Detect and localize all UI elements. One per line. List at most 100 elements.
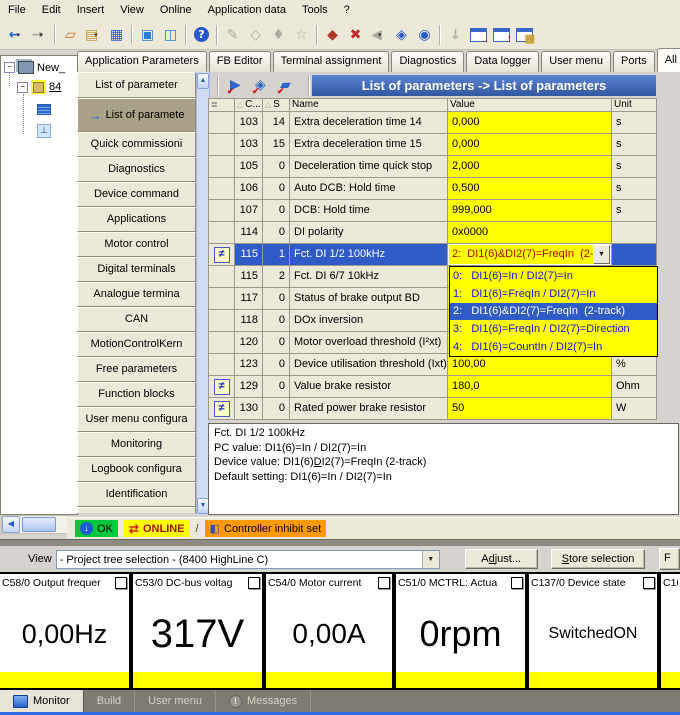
value-cell[interactable]: 2: DI1(6)&DI2(7)=FreqIn (2-t (448, 244, 612, 266)
back-button-caret[interactable] (16, 31, 24, 39)
window-layout-button[interactable]: ◫ (159, 24, 182, 46)
sidebar-item-function-blocks[interactable]: Function blocks (77, 382, 196, 407)
sidebar-item-identification[interactable]: Identification (77, 482, 196, 507)
adjust-button[interactable]: Adjust... (465, 549, 538, 569)
sidebar-header[interactable]: List of parameter (77, 72, 196, 98)
panel-detach-button[interactable] (378, 577, 390, 589)
dropdown-option-0[interactable]: 0: DI1(6)=In / DI2(7)=In (450, 267, 657, 285)
menu-item-tools[interactable]: Tools (294, 0, 336, 20)
scroll-left-icon[interactable] (2, 516, 20, 533)
sidebar-item-debug[interactable]: Debug (77, 507, 196, 513)
monitor-window-button[interactable]: ▣ (136, 24, 159, 46)
dropdown-option-1[interactable]: 1: DI1(6)=FreqIn / DI2(7)=In (450, 285, 657, 303)
delete-device-button[interactable]: ✖ (344, 24, 367, 46)
tab-terminal-assignment[interactable]: Terminal assignment (273, 51, 390, 72)
panel-detach-button[interactable] (248, 577, 260, 589)
open-project-button-caret[interactable] (94, 31, 102, 39)
value-cell[interactable]: 50 (448, 398, 612, 420)
dropdown-option-2[interactable]: 2: DI1(6)&DI2(7)=FreqIn (2-track) (450, 303, 657, 321)
combo-dropdown-button[interactable] (593, 245, 610, 264)
menu-item-application-data[interactable]: Application data (200, 0, 294, 20)
tab-ports[interactable]: Ports (613, 51, 655, 72)
sidebar-item-digital-terminals[interactable]: Digital terminals (77, 257, 196, 282)
panel-detach-button[interactable] (115, 577, 127, 589)
sidebar-item-monitoring[interactable]: Monitoring (77, 432, 196, 457)
sidebar-item-motioncontrolkern[interactable]: MotionControlKern (77, 332, 196, 357)
view-selector[interactable]: - Project tree selection - (8400 HighLin… (56, 550, 440, 569)
menu-item-edit[interactable]: Edit (34, 0, 69, 20)
sidebar-item-applications[interactable]: Applications (77, 207, 196, 232)
bottom-tab-build[interactable]: Build (84, 690, 135, 712)
tree-node-application[interactable] (37, 104, 51, 115)
sidebar-item-analogue-termina[interactable]: Analogue termina (77, 282, 196, 307)
menu-item-file[interactable]: File (0, 0, 34, 20)
param-row-105-0[interactable]: 1050Deceleration time quick stop2,000s (209, 156, 657, 178)
menu-item-view[interactable]: View (112, 0, 152, 20)
menu-item-[interactable]: ? (336, 0, 358, 20)
sidebar-item-quick-commissioni[interactable]: Quick commissioni (77, 132, 196, 157)
dropdown-arrow-icon[interactable] (422, 551, 439, 568)
value-cell[interactable]: 180,0 (448, 376, 612, 398)
tree-horizontal-scrollbar[interactable] (1, 515, 69, 534)
param-row-106-0[interactable]: 1060Auto DCB: Hold time0,500s (209, 178, 657, 200)
read-from-device-button[interactable]: ◈ (390, 24, 413, 46)
column-header-s[interactable]: S (263, 99, 290, 112)
tab-application-parameters[interactable]: Application Parameters (77, 51, 207, 72)
value-cell[interactable]: 0,000 (448, 134, 612, 156)
param-row-103-14[interactable]: 10314Extra deceleration time 140,000s (209, 112, 657, 134)
accept-parameters-button[interactable]: ▶ (230, 77, 247, 94)
collapse-icon[interactable] (17, 82, 28, 93)
param-row-123-0[interactable]: 1230Device utilisation threshold (Ixt)10… (209, 354, 657, 376)
help-button[interactable]: ? (190, 24, 213, 46)
param-row-114-0[interactable]: 1140DI polarity0x0000 (209, 222, 657, 244)
value-cell[interactable]: 0,000 (448, 112, 612, 134)
value-cell[interactable]: 0x0000 (448, 222, 612, 244)
sidebar-item-motor-control[interactable]: Motor control (77, 232, 196, 257)
param-row-103-15[interactable]: 10315Extra deceleration time 150,000s (209, 134, 657, 156)
column-header-unit[interactable]: Unit (612, 99, 657, 112)
param-row-129-0[interactable]: 1290Value brake resistor180,0Ohm (209, 376, 657, 398)
tree-node-project[interactable]: New_ (4, 61, 65, 74)
bottom-tab-user-menu[interactable]: User menu (135, 690, 216, 712)
tab-all-parameters[interactable]: All parameters (657, 48, 680, 72)
tab-data-logger[interactable]: Data logger (466, 51, 539, 72)
sidebar-item-user-menu-configura[interactable]: User menu configura (77, 407, 196, 432)
scrollbar-thumb[interactable] (22, 517, 56, 532)
write-to-device-button[interactable]: ◉ (413, 24, 436, 46)
column-header-name[interactable]: Name (290, 99, 448, 112)
column-header-selector[interactable] (209, 99, 235, 112)
new-project-button[interactable]: ▱ (59, 24, 82, 46)
column-header-c[interactable]: C... (235, 99, 263, 112)
panel-detach-button[interactable] (511, 577, 523, 589)
save-project-button[interactable]: ▦ (105, 24, 128, 46)
value-cell[interactable]: 2,000 (448, 156, 612, 178)
bottom-tab-messages[interactable]: Messages (216, 690, 311, 712)
value-cell[interactable]: 0,500 (448, 178, 612, 200)
transfer-from-device-button[interactable]: ↑ (490, 24, 513, 46)
insert-device-button[interactable]: ◆ (321, 24, 344, 46)
sidebar-item-can[interactable]: CAN (77, 307, 196, 332)
param-row-115-1[interactable]: 1151Fct. DI 1/2 100kHz2: DI1(6)&DI2(7)=F… (209, 244, 657, 266)
sidebar-item-list-of-paramete[interactable]: List of paramete (77, 98, 196, 132)
back-button[interactable]: ← (5, 24, 28, 46)
tree-node-fb[interactable] (37, 124, 51, 138)
sidebar-item-device-command[interactable]: Device command (77, 182, 196, 207)
param-row-130-0[interactable]: 1300Rated power brake resistor50W (209, 398, 657, 420)
menu-item-insert[interactable]: Insert (69, 0, 113, 20)
column-header-value[interactable]: Value (448, 99, 612, 112)
tree-node-device[interactable]: 84 (17, 80, 61, 94)
clipped-button[interactable]: F (659, 548, 680, 570)
dropdown-option-4[interactable]: 4: DI1(6)=CountIn / DI2(7)=In (450, 338, 657, 356)
transfer-to-device-button[interactable]: ↓ (467, 24, 490, 46)
store-selection-button[interactable]: Store selection (551, 549, 645, 569)
param-row-107-0[interactable]: 1070DCB: Hold time999,000s (209, 200, 657, 222)
bottom-tab-monitor[interactable]: Monitor (0, 690, 84, 712)
tab-user-menu[interactable]: User menu (541, 51, 611, 72)
open-project-button[interactable]: ▤ (82, 24, 105, 46)
tab-diagnostics[interactable]: Diagnostics (391, 51, 464, 72)
sidebar-item-diagnostics[interactable]: Diagnostics (77, 157, 196, 182)
tab-fb-editor[interactable]: FB Editor (209, 51, 271, 72)
dropdown-option-3[interactable]: 3: DI1(6)=FreqIn / DI2(7)=Direction (450, 320, 657, 338)
read-parameters-button[interactable]: ◈ (255, 77, 272, 94)
sidebar-item-free-parameters[interactable]: Free parameters (77, 357, 196, 382)
